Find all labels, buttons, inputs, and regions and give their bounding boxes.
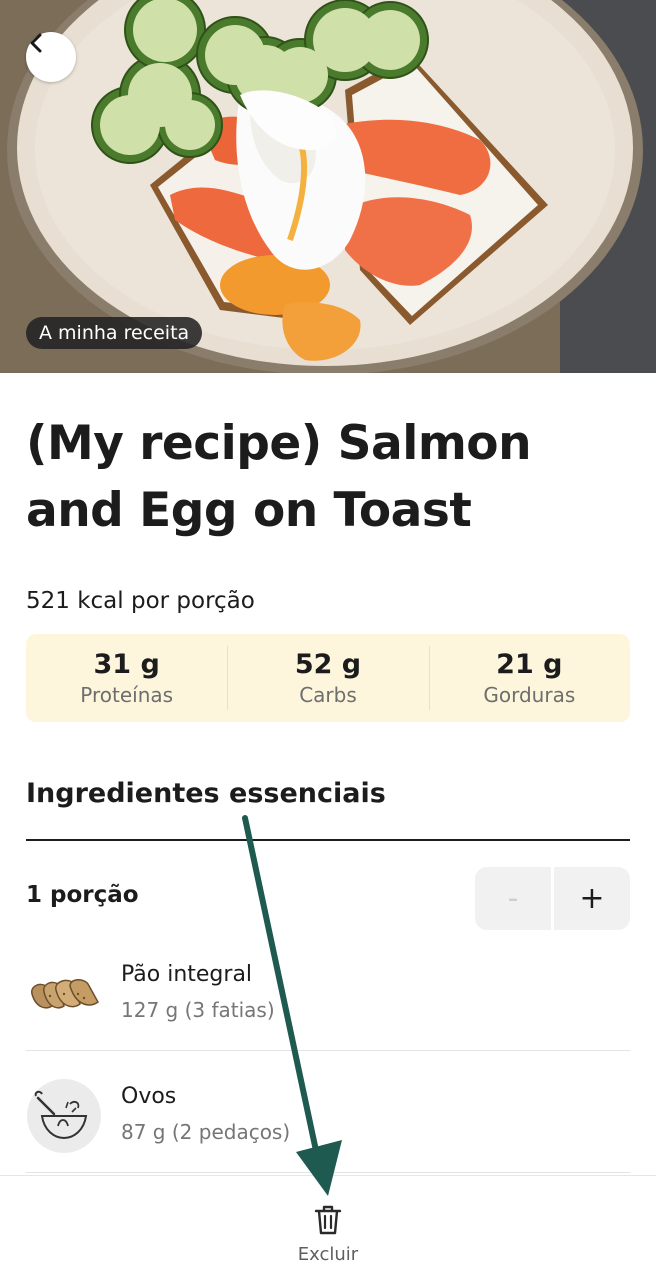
macro-value: 52 g	[294, 649, 362, 680]
ingredient-divider	[26, 1172, 630, 1173]
mixing-bowl-icon	[27, 1079, 101, 1153]
calories-per-serving: 521 kcal por porção	[26, 588, 255, 614]
delete-label: Excluir	[297, 1244, 359, 1265]
ingredient-name: Ovos	[121, 1084, 177, 1109]
macro-label: Proteínas	[80, 683, 174, 707]
servings-stepper: - +	[475, 867, 630, 930]
macro-value: 31 g	[93, 649, 160, 680]
macro-label: Gorduras	[483, 683, 576, 707]
my-recipe-badge: A minha receita	[26, 317, 203, 349]
ingredients-heading: Ingredientes essenciais	[26, 778, 386, 809]
recipe-hero-image: A minha receita	[0, 0, 656, 373]
ingredient-item[interactable]: Ovos 87 g (2 pedaços)	[26, 1078, 630, 1178]
servings-count: 1 porção	[26, 882, 139, 908]
section-divider	[26, 839, 630, 841]
macro-value: 21 g	[496, 649, 563, 680]
bread-icon	[31, 979, 99, 1009]
macros-panel: 31 g Proteínas 52 g Carbs 21 g Gorduras	[26, 634, 630, 722]
delete-recipe-button[interactable]: Excluir	[278, 1204, 378, 1274]
ingredient-quantity: 127 g (3 fatias)	[121, 998, 275, 1022]
ingredient-name: Pão integral	[121, 962, 253, 987]
chevron-left-icon	[30, 33, 42, 53]
ingredient-divider	[26, 1050, 630, 1051]
bottom-action-bar: Excluir	[0, 1175, 656, 1280]
ingredient-item[interactable]: Pão integral 127 g (3 fatias)	[26, 956, 630, 1056]
decrease-servings-button[interactable]: -	[475, 867, 551, 930]
ingredient-quantity: 87 g (2 pedaços)	[121, 1120, 291, 1144]
macro-label: Carbs	[299, 683, 357, 707]
increase-servings-button[interactable]: +	[554, 867, 630, 930]
recipe-title: (My recipe) Salmon and Egg on Toast	[26, 416, 532, 538]
trash-icon	[314, 1205, 342, 1235]
back-button[interactable]	[26, 32, 76, 82]
macro-carbs: 52 g Carbs	[227, 634, 428, 722]
macro-protein: 31 g Proteínas	[26, 634, 227, 722]
macro-fat: 21 g Gorduras	[428, 634, 630, 722]
